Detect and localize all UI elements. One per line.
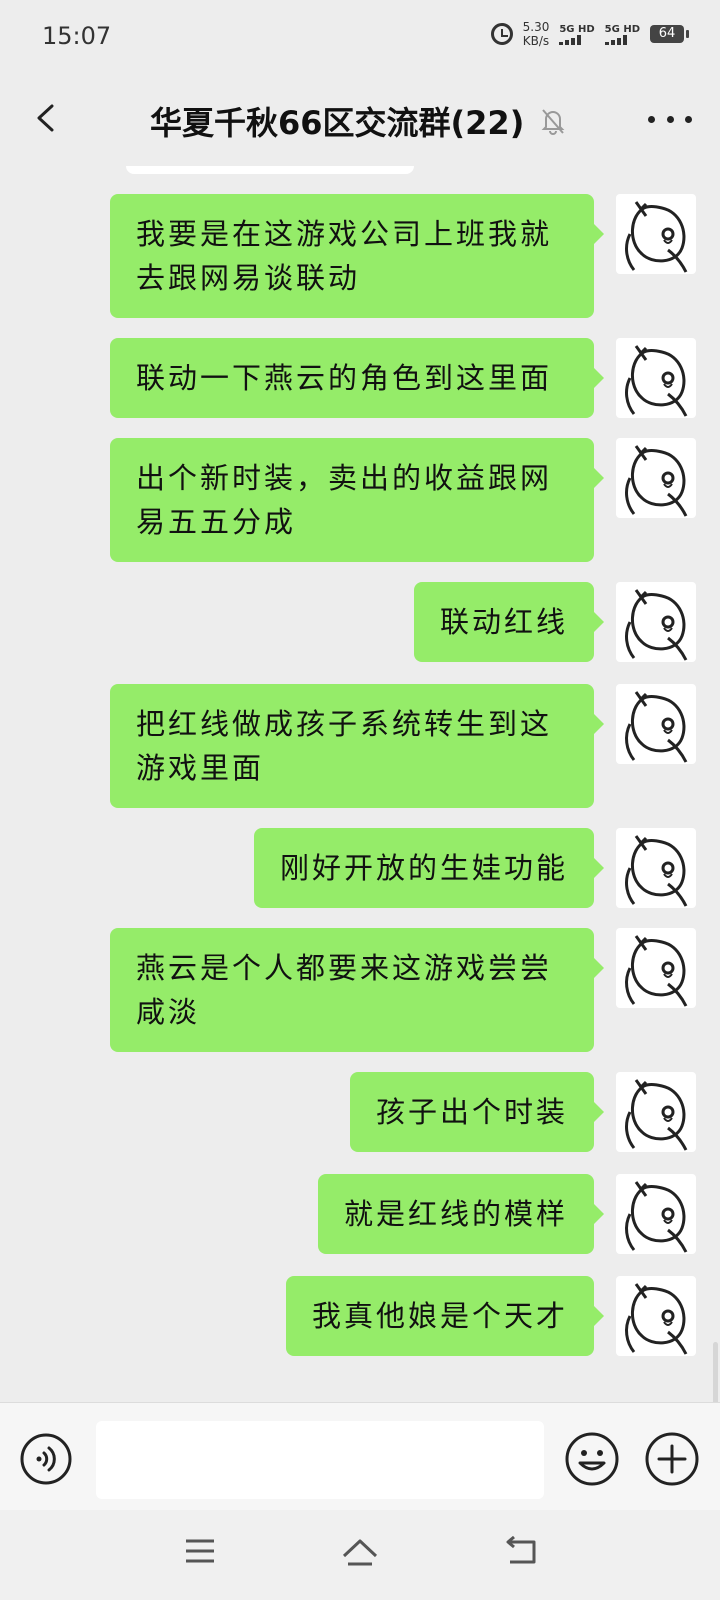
message-bubble[interactable]: 刚好开放的生娃功能 [253, 828, 605, 908]
plus-icon[interactable] [644, 1431, 700, 1487]
avatar[interactable] [616, 1072, 696, 1152]
sim2-label: 5G HD [604, 23, 640, 35]
avatar[interactable] [616, 1276, 696, 1356]
message-row: 我要是在这游戏公司上班我就去跟网易谈联动 [110, 194, 696, 318]
alarm-icon [490, 23, 513, 45]
avatar-doodle-icon [625, 345, 688, 417]
status-indicators: 5.30 KB/s 5G HD 5G HD 64 [490, 20, 689, 48]
message-row: 我真他娘是个天才 [285, 1276, 696, 1356]
chat-title-group[interactable]: 华夏千秋66区交流群(22) [150, 98, 568, 144]
message-input[interactable] [96, 1421, 544, 1499]
network-speed-unit: KB/s [522, 34, 550, 48]
avatar-doodle-icon [625, 201, 688, 273]
avatar-doodle-icon [625, 445, 688, 517]
message-row: 联动红线 [413, 582, 696, 662]
message-row: 出个新时装，卖出的收益跟网易五五分成 [110, 438, 696, 562]
chat-header: 华夏千秋66区交流群(22) [0, 76, 720, 166]
message-row: 刚好开放的生娃功能 [253, 828, 696, 908]
network-speed: 5.30 KB/s [523, 20, 550, 48]
avatar-doodle-icon [625, 835, 688, 907]
message-bubble[interactable]: 联动红线 [413, 582, 605, 662]
home-icon[interactable] [340, 1536, 380, 1570]
signal-bars-icon [559, 34, 582, 45]
message-bubble[interactable]: 出个新时装，卖出的收益跟网易五五分成 [110, 438, 604, 562]
message-bubble[interactable]: 我真他娘是个天才 [285, 1276, 605, 1356]
message-row: 孩子出个时装 [349, 1072, 696, 1152]
message-row: 联动一下燕云的角色到这里面 [110, 338, 696, 418]
back-arrow-icon[interactable] [504, 1536, 538, 1568]
message-row: 燕云是个人都要来这游戏尝尝咸淡 [110, 928, 696, 1052]
network-speed-value: 5.30 [522, 20, 550, 34]
more-dots-icon[interactable] [648, 102, 692, 136]
avatar[interactable] [616, 684, 696, 764]
avatar[interactable] [616, 582, 696, 662]
message-bubble[interactable]: 我要是在这游戏公司上班我就去跟网易谈联动 [110, 194, 604, 318]
avatar-doodle-icon [625, 935, 688, 1007]
chat-title: 华夏千秋66区交流群(22) [150, 104, 525, 142]
avatar[interactable] [616, 928, 696, 1008]
avatar[interactable] [616, 828, 696, 908]
voice-icon[interactable] [20, 1433, 72, 1485]
battery-indicator: 64 [650, 25, 689, 43]
status-bar: 15:07 5.30 KB/s 5G HD 5G HD 64 [0, 0, 720, 76]
sim1-label: 5G HD [559, 23, 595, 35]
sim1-signal: 5G HD [559, 23, 595, 45]
avatar[interactable] [616, 194, 696, 274]
signal-bars-icon [604, 34, 627, 45]
avatar[interactable] [616, 338, 696, 418]
avatar-doodle-icon [625, 589, 688, 661]
avatar-doodle-icon [625, 691, 688, 763]
avatar-doodle-icon [625, 1181, 688, 1253]
status-time: 15:07 [42, 22, 112, 50]
message-list[interactable]: 我要是在这游戏公司上班我就去跟网易谈联动 联动一下燕云的角色到这里面 出个新时装… [0, 166, 720, 1402]
sim2-signal: 5G HD [604, 23, 640, 45]
message-row: 把红线做成孩子系统转生到这游戏里面 [110, 684, 696, 808]
previous-message-bubble [126, 166, 414, 174]
scrollbar[interactable] [713, 1342, 718, 1402]
message-bubble[interactable]: 联动一下燕云的角色到这里面 [110, 338, 604, 418]
input-bar [0, 1402, 720, 1511]
avatar[interactable] [616, 1174, 696, 1254]
message-row: 就是红线的模样 [317, 1174, 696, 1254]
message-bubble[interactable]: 把红线做成孩子系统转生到这游戏里面 [110, 684, 604, 808]
message-bubble[interactable]: 燕云是个人都要来这游戏尝尝咸淡 [110, 928, 604, 1052]
menu-icon[interactable] [184, 1536, 216, 1566]
emoji-icon[interactable] [564, 1431, 620, 1487]
system-navigation-bar [0, 1510, 720, 1600]
avatar[interactable] [616, 438, 696, 518]
message-bubble[interactable]: 孩子出个时装 [349, 1072, 605, 1152]
avatar-doodle-icon [625, 1283, 688, 1355]
chevron-left-icon[interactable] [32, 103, 62, 133]
bell-off-icon [541, 109, 565, 135]
avatar-doodle-icon [625, 1079, 688, 1151]
message-bubble[interactable]: 就是红线的模样 [317, 1174, 605, 1254]
